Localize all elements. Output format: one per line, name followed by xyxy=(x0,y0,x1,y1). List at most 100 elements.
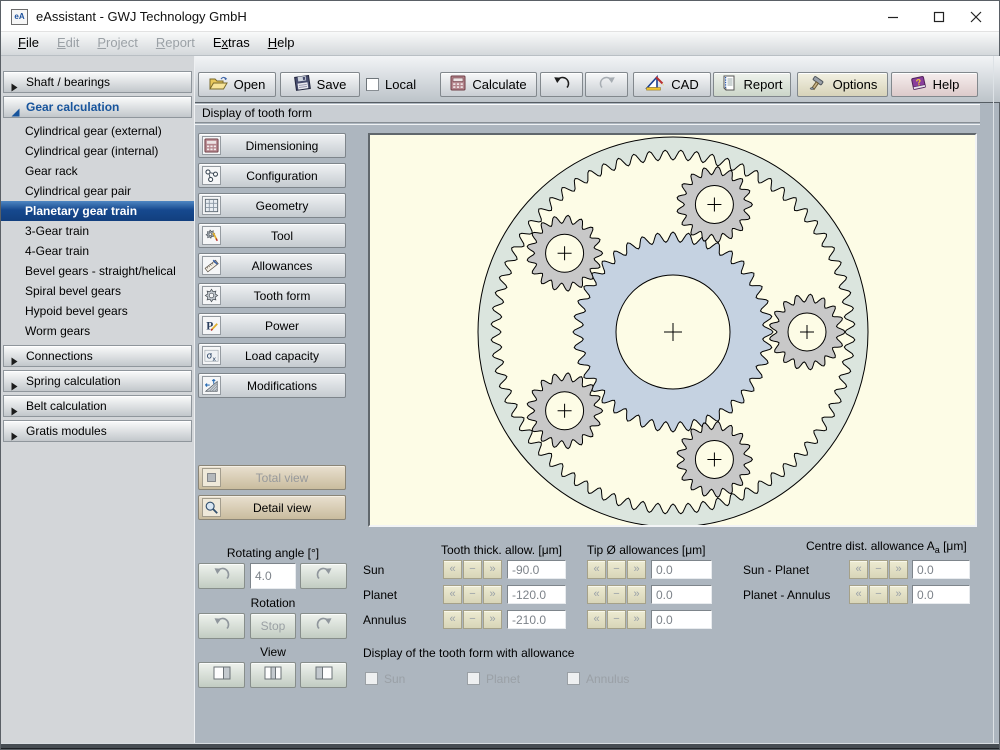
sidebar-section-connections[interactable]: Connections xyxy=(3,345,192,367)
app-window: eA eAssistant - GWJ Technology GmbH File… xyxy=(0,0,1000,750)
display-planet-checkbox xyxy=(467,672,480,685)
cad-button[interactable]: CAD xyxy=(633,72,711,97)
allowances-button[interactable]: Allowances xyxy=(198,253,346,278)
stepper-increment-button: » xyxy=(483,585,502,604)
tip-allowance-sun-input[interactable] xyxy=(651,560,712,579)
section-label: Connections xyxy=(26,349,93,363)
undo-icon xyxy=(553,76,571,93)
rotate-cw-icon xyxy=(315,617,333,636)
dimensioning-icon xyxy=(202,136,221,155)
rotation-label: Rotation xyxy=(198,596,348,610)
open-folder-icon xyxy=(209,75,228,94)
rotate-ccw-button[interactable] xyxy=(198,563,245,589)
tip-allowance-annulus-input[interactable] xyxy=(651,610,712,629)
tip-allowance-planet-input[interactable] xyxy=(651,585,712,604)
help-label: Help xyxy=(933,77,960,92)
load-capacity-button[interactable]: σx Load capacity xyxy=(198,343,346,368)
tooth-form-canvas[interactable] xyxy=(368,133,977,527)
options-button[interactable]: Options xyxy=(797,72,888,97)
sidebar-item-worm-gears[interactable]: Worm gears xyxy=(1,321,194,341)
detail-view-button[interactable]: Detail view xyxy=(198,495,346,520)
tooth-form-button[interactable]: Tooth form xyxy=(198,283,346,308)
stepper-reset-button: − xyxy=(463,560,482,579)
open-button[interactable]: Open xyxy=(198,72,276,97)
tooth-thickness-annulus-input[interactable] xyxy=(507,610,566,629)
rotate-ccw-icon xyxy=(213,617,231,636)
sidebar-item-spiral-bevel-gears[interactable]: Spiral bevel gears xyxy=(1,281,194,301)
cad-label: CAD xyxy=(671,77,698,92)
calculate-button[interactable]: Calculate xyxy=(440,72,537,97)
detail-view-label: Detail view xyxy=(221,501,345,515)
help-book-icon: ? xyxy=(910,75,927,94)
stepper-reset-button: − xyxy=(869,560,888,579)
sidebar-section-belt-calculation[interactable]: Belt calculation xyxy=(3,395,192,417)
rotation-ccw-button[interactable] xyxy=(198,613,245,639)
maximize-button[interactable] xyxy=(924,1,954,32)
sidebar-section-shaft-bearings[interactable]: Shaft / bearings xyxy=(3,71,192,93)
sidebar-item-cylindrical-gear-external[interactable]: Cylindrical gear (external) xyxy=(1,121,194,141)
bottom-border xyxy=(1,744,999,749)
configuration-button[interactable]: Configuration xyxy=(198,163,346,188)
power-button[interactable]: P Power xyxy=(198,313,346,338)
rotation-cw-button[interactable] xyxy=(300,613,347,639)
stepper-reset-button: − xyxy=(463,585,482,604)
configuration-label: Configuration xyxy=(221,169,345,183)
sidebar-item-cylindrical-gear-internal[interactable]: Cylindrical gear (internal) xyxy=(1,141,194,161)
save-button[interactable]: Save xyxy=(280,72,360,97)
view-pane-left-button[interactable] xyxy=(300,662,347,688)
local-checkbox[interactable] xyxy=(366,78,379,91)
sidebar-section-spring-calculation[interactable]: Spring calculation xyxy=(3,370,192,392)
tool-icon xyxy=(202,226,221,245)
cad-icon xyxy=(645,75,665,94)
rotate-cw-button[interactable] xyxy=(300,563,347,589)
sidebar-item-4-gear-train[interactable]: 4-Gear train xyxy=(1,241,194,261)
menu-extras[interactable]: Extras xyxy=(204,32,259,55)
sidebar-item-bevel-gears[interactable]: Bevel gears - straight/helical xyxy=(1,261,194,281)
tooth-thickness-sun-input[interactable] xyxy=(507,560,566,579)
configuration-icon xyxy=(202,166,221,185)
stepper-decrement-button: « xyxy=(587,610,606,629)
sidebar-item-planetary-gear-train[interactable]: Planetary gear train xyxy=(1,201,194,221)
row-label-annulus: Annulus xyxy=(363,613,406,627)
sidebar-item-hypoid-bevel-gears[interactable]: Hypoid bevel gears xyxy=(1,301,194,321)
sidebar-item-gear-rack[interactable]: Gear rack xyxy=(1,161,194,181)
dimensioning-button[interactable]: Dimensioning xyxy=(198,133,346,158)
sidebar-item-cylindrical-gear-pair[interactable]: Cylindrical gear pair xyxy=(1,181,194,201)
view-split-left-icon xyxy=(315,666,333,685)
rotating-angle-input[interactable] xyxy=(250,563,296,589)
view-header-label: Display of tooth form xyxy=(202,106,312,120)
tooth-thickness-planet-input[interactable] xyxy=(507,585,566,604)
stepper-increment-button: » xyxy=(889,560,908,579)
report-button[interactable]: Report xyxy=(713,72,791,97)
geometry-button[interactable]: Geometry xyxy=(198,193,346,218)
menu-help[interactable]: Help xyxy=(259,32,304,55)
menu-report: Report xyxy=(147,32,204,55)
close-button[interactable] xyxy=(961,1,991,32)
centre-distance-sun-planet-input[interactable] xyxy=(912,560,970,579)
minimize-button[interactable] xyxy=(878,1,908,32)
svg-text:x: x xyxy=(212,356,216,363)
rotate-cw-icon xyxy=(315,567,333,586)
view-header-bar: Display of tooth form xyxy=(195,105,980,123)
report-label: Report xyxy=(743,77,782,92)
help-button[interactable]: ? Help xyxy=(891,72,978,97)
stepper-decrement-button: « xyxy=(849,560,868,579)
menu-file[interactable]: File xyxy=(9,32,48,55)
display-sun-checkbox xyxy=(365,672,378,685)
row-label-planet: Planet xyxy=(363,588,397,602)
undo-button[interactable] xyxy=(540,72,583,97)
view-pane-middle-button[interactable] xyxy=(250,662,296,688)
modifications-button[interactable]: Modifications xyxy=(198,373,346,398)
sidebar-section-gratis-modules[interactable]: Gratis modules xyxy=(3,420,192,442)
view-pane-right-button[interactable] xyxy=(198,662,245,688)
sidebar-section-gear-calculation[interactable]: Gear calculation xyxy=(3,96,192,118)
options-tools-icon xyxy=(808,75,827,94)
load-capacity-label: Load capacity xyxy=(221,349,345,363)
load-capacity-icon: σx xyxy=(202,346,221,365)
row-label-sun: Sun xyxy=(363,563,384,577)
stepper-decrement-button: « xyxy=(443,610,462,629)
centre-distance-planet-annulus-input[interactable] xyxy=(912,585,970,604)
sidebar-item-3-gear-train[interactable]: 3-Gear train xyxy=(1,221,194,241)
tooth-form-icon xyxy=(202,286,221,305)
tool-button[interactable]: Tool xyxy=(198,223,346,248)
